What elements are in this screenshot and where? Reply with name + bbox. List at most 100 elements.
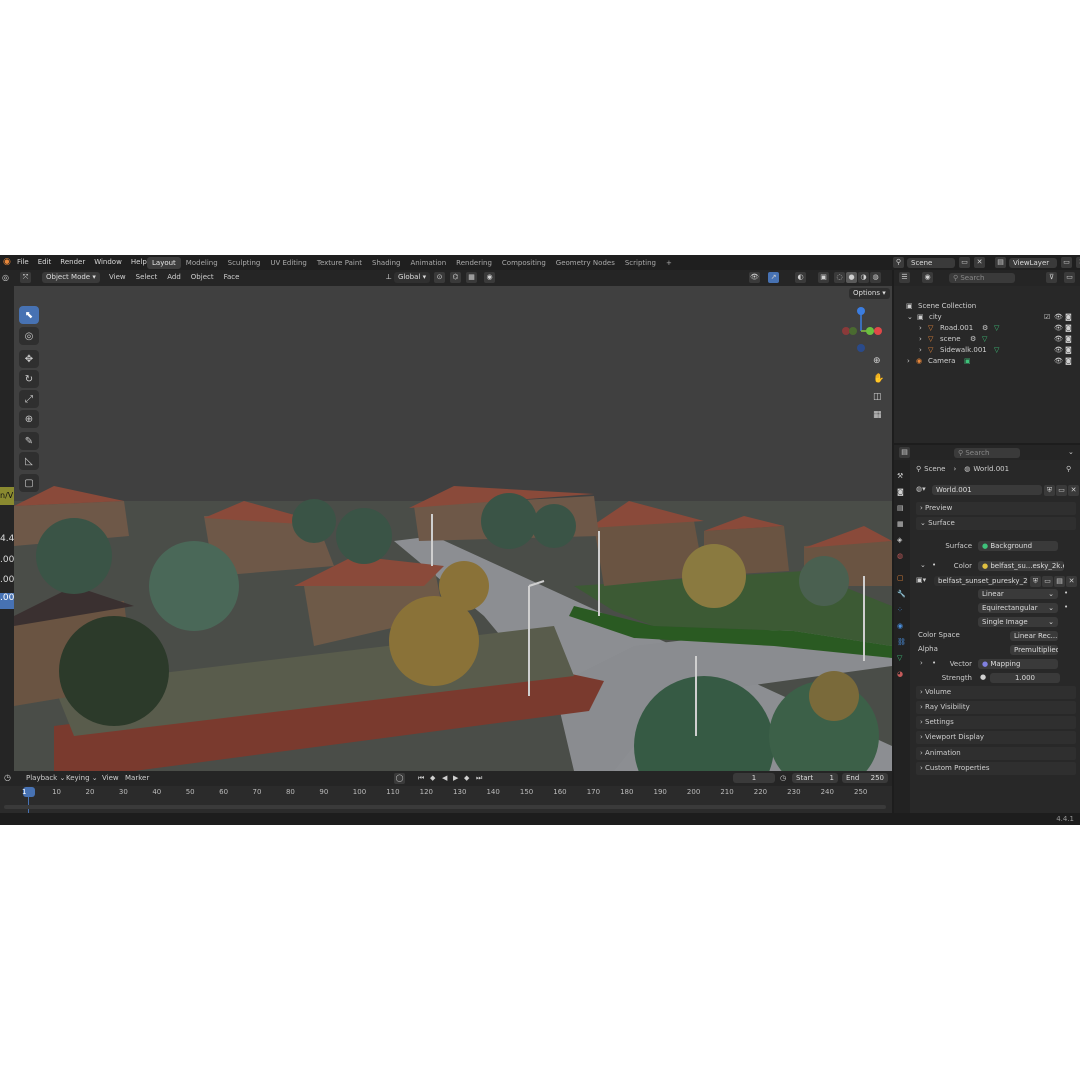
timeline-scrollbar[interactable] xyxy=(4,805,886,809)
annotate-tool-icon[interactable]: ✎ xyxy=(19,432,39,450)
image-browse-icon[interactable]: ▣▾ xyxy=(916,576,926,584)
image-open-icon[interactable]: ▤ xyxy=(1054,576,1065,587)
start-frame-field[interactable]: Start 1 xyxy=(792,773,838,783)
tab-animation[interactable]: Animation xyxy=(405,257,451,269)
tab-compositing[interactable]: Compositing xyxy=(497,257,551,269)
rotate-tool-icon[interactable]: ↻ xyxy=(19,370,39,388)
move-tool-icon[interactable]: ✥ xyxy=(19,350,39,368)
xray-icon[interactable]: ▣ xyxy=(818,272,829,283)
section-viewport-display[interactable]: › Viewport Display xyxy=(916,731,1076,744)
breadcrumb-world[interactable]: World.001 xyxy=(973,465,1009,473)
breadcrumb-scene[interactable]: Scene xyxy=(924,465,945,473)
playback-menu[interactable]: Playback ⌄ xyxy=(26,774,65,782)
outliner-row-scene[interactable]: › ▽ scene ⚙ ▽ 👁 ◙ xyxy=(894,334,1080,345)
color-expand-icon[interactable]: ⌄ xyxy=(920,561,926,569)
delete-scene-icon[interactable]: ✕ xyxy=(974,257,985,268)
record-icon[interactable]: ◯ xyxy=(394,773,405,784)
pan-hand-icon[interactable]: ✋ xyxy=(873,374,884,384)
view-layer-field[interactable]: ViewLayer xyxy=(1009,257,1057,268)
menu-help[interactable]: Help xyxy=(131,258,147,266)
color-space-select[interactable]: Linear Rec.... xyxy=(1010,631,1058,641)
snap-target-icon[interactable]: ▦ xyxy=(466,272,477,283)
tab-geometry-nodes[interactable]: Geometry Nodes xyxy=(551,257,620,269)
strength-field[interactable]: 1.000 xyxy=(990,673,1060,683)
color-input-field[interactable]: ● belfast_su...esky_2k.exr xyxy=(978,561,1064,571)
scale-tool-icon[interactable]: ⤢ xyxy=(19,390,39,408)
new-view-layer-icon[interactable]: ▭ xyxy=(1061,257,1072,268)
checkbox-icon[interactable]: ☑ xyxy=(1044,312,1050,323)
remove-view-layer-icon[interactable]: ✕ xyxy=(1076,257,1080,268)
section-preview[interactable]: › Preview xyxy=(916,502,1076,515)
view-layer-tab-icon[interactable]: ▦ xyxy=(897,520,904,528)
scene-tab-icon[interactable]: ◈ xyxy=(897,536,902,544)
jump-start-icon[interactable]: ⏮ xyxy=(418,774,424,783)
3d-viewport[interactable]: ⬉ ◎ ✥ ↻ ⤢ ⊕ ✎ ◺ ▢ Options ▾ ⊕ ✋ ◫ ▦ xyxy=(14,286,892,771)
tab-uv-editing[interactable]: UV Editing xyxy=(265,257,312,269)
interpolation-select[interactable]: Linear ⌄ xyxy=(978,589,1058,599)
outliner-row-scene-collection[interactable]: ▣ Scene Collection xyxy=(894,301,1080,312)
scene-name-field[interactable]: Scene xyxy=(907,257,955,268)
eye-icon[interactable]: 👁 xyxy=(1054,334,1063,345)
vp-menu-object[interactable]: Object xyxy=(191,273,214,281)
view-layer-icon[interactable]: ▤ xyxy=(995,257,1006,268)
unlink-icon[interactable]: ✕ xyxy=(1068,485,1079,496)
outliner-row-camera[interactable]: › ◉ Camera ▣ 👁 ◙ xyxy=(894,356,1080,367)
prev-keyframe-icon[interactable]: ◆ xyxy=(430,774,435,782)
pin-scene-icon[interactable]: ▭ xyxy=(959,257,970,268)
tab-scripting[interactable]: Scripting xyxy=(620,257,661,269)
play-reverse-icon[interactable]: ◀ xyxy=(442,774,447,782)
menu-render[interactable]: Render xyxy=(60,258,85,266)
marker-menu[interactable]: Marker xyxy=(125,774,149,782)
image-fake-user-icon[interactable]: ⛨ xyxy=(1030,576,1041,587)
header-chevron-icon[interactable]: ⌄ xyxy=(1068,448,1074,456)
play-icon[interactable]: ▶ xyxy=(453,774,458,782)
surface-shader-field[interactable]: ● Background xyxy=(978,541,1058,551)
next-keyframe-icon[interactable]: ◆ xyxy=(464,774,469,782)
cursor-tool-icon[interactable]: ◎ xyxy=(19,327,39,345)
eye-icon[interactable]: 👁 xyxy=(1054,356,1063,367)
navigation-gizmo[interactable] xyxy=(836,304,886,354)
shading-solid-icon[interactable]: ● xyxy=(846,272,857,283)
shading-rendered-icon[interactable]: ◍ xyxy=(870,272,881,283)
camera-render-icon[interactable]: ◙ xyxy=(1065,312,1072,323)
keying-menu[interactable]: Keying ⌄ xyxy=(66,774,98,782)
duplicate-icon[interactable]: ▭ xyxy=(1056,485,1067,496)
tab-rendering[interactable]: Rendering xyxy=(451,257,497,269)
options-button[interactable]: Options ▾ xyxy=(849,288,890,299)
world-browse-icon[interactable]: ◍▾ xyxy=(916,485,926,493)
outliner-row-sidewalk[interactable]: › ▽ Sidewalk.001 ▽ 👁 ◙ xyxy=(894,345,1080,356)
properties-search-input[interactable]: ⚲ Search xyxy=(954,448,1020,458)
overlays-icon[interactable]: ◐ xyxy=(795,272,806,283)
object-tab-icon[interactable]: ▢ xyxy=(897,574,904,582)
vp-menu-face[interactable]: Face xyxy=(224,273,240,281)
world-name-field[interactable]: World.001 xyxy=(932,485,1042,495)
perspective-grid-icon[interactable]: ▦ xyxy=(873,410,882,420)
material-tab-icon[interactable]: ◕ xyxy=(897,670,903,678)
tool-tab-icon[interactable]: ⚒ xyxy=(897,472,903,480)
particles-tab-icon[interactable]: ⁘ xyxy=(897,606,903,614)
camera-render-icon[interactable]: ◙ xyxy=(1065,323,1072,334)
jump-end-icon[interactable]: ⏭ xyxy=(476,774,482,783)
proportional-edit-icon[interactable]: ◉ xyxy=(484,272,495,283)
vp-menu-view[interactable]: View xyxy=(109,273,126,281)
transform-icon[interactable]: ⤧ xyxy=(20,272,31,283)
camera-view-icon[interactable]: ◫ xyxy=(873,392,882,402)
collapse-chevron-icon[interactable]: › xyxy=(907,356,910,367)
physics-tab-icon[interactable]: ◉ xyxy=(897,622,903,630)
section-ray-visibility[interactable]: › Ray Visibility xyxy=(916,701,1076,714)
blender-logo-icon[interactable]: ◉ xyxy=(3,257,11,267)
modifier-tab-icon[interactable]: 🔧 xyxy=(897,590,906,598)
camera-render-icon[interactable]: ◙ xyxy=(1065,345,1072,356)
tab-texture-paint[interactable]: Texture Paint xyxy=(312,257,367,269)
section-settings[interactable]: › Settings xyxy=(916,716,1076,729)
tab-layout[interactable]: Layout xyxy=(147,257,181,269)
tab-modeling[interactable]: Modeling xyxy=(181,257,223,269)
measure-tool-icon[interactable]: ◺ xyxy=(19,452,39,470)
n-panel-tab[interactable]: n/V xyxy=(0,487,14,505)
eye-icon[interactable]: 👁 xyxy=(1054,345,1063,356)
current-frame-field[interactable]: 1 xyxy=(733,773,775,783)
expand-chevron-icon[interactable]: ⌄ xyxy=(907,312,913,323)
visibility-icon[interactable]: 👁 xyxy=(749,272,760,283)
section-volume[interactable]: › Volume xyxy=(916,686,1076,699)
output-tab-icon[interactable]: ▤ xyxy=(897,504,904,512)
